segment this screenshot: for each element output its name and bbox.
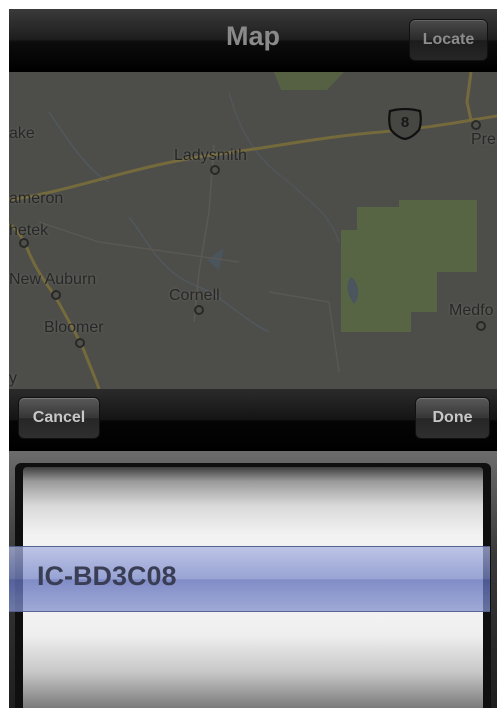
map-overlay (9, 72, 497, 389)
locate-button[interactable]: Locate (409, 19, 488, 61)
picker-toolbar: Cancel Done (9, 389, 497, 451)
map-view[interactable]: ake Ladysmith Pre ameron hetek New Aubur… (9, 72, 497, 389)
cancel-button[interactable]: Cancel (18, 397, 100, 439)
picker-row[interactable] (23, 635, 483, 683)
picker-row[interactable] (23, 467, 483, 515)
navigation-bar: Map Locate (9, 9, 497, 73)
done-button[interactable]: Done (415, 397, 490, 439)
picker-selection-indicator[interactable]: IC-BD3C08 (9, 546, 490, 612)
picker-selected-value: IC-BD3C08 (37, 561, 177, 591)
